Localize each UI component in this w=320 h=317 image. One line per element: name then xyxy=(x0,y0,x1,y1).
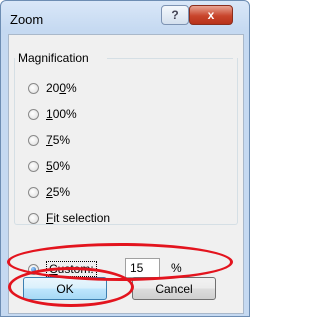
radio-25[interactable]: 25% xyxy=(28,183,70,201)
radio-label-fit-selection: Fit selection xyxy=(46,211,111,225)
radio-button-checked[interactable] xyxy=(28,263,39,275)
radio-label-75: 75% xyxy=(46,133,71,147)
close-button[interactable]: x xyxy=(189,5,233,25)
dialog-title: Zoom xyxy=(10,12,44,27)
ok-button-label: OK xyxy=(56,281,74,296)
close-icon: x xyxy=(207,8,215,22)
title-bar: Zoom ? x xyxy=(1,1,249,33)
radio-button[interactable] xyxy=(28,212,39,224)
radio-label-50: 50% xyxy=(46,159,71,173)
cancel-button-label: Cancel xyxy=(155,281,193,296)
cancel-button[interactable]: Cancel xyxy=(132,277,216,300)
radio-label-25: 25% xyxy=(46,185,71,199)
radio-button[interactable] xyxy=(28,134,39,146)
radio-label-100: 100% xyxy=(46,107,77,121)
radio-label-200: 200% xyxy=(46,81,77,95)
radio-custom[interactable]: Custom: xyxy=(28,260,97,278)
ok-button[interactable]: OK xyxy=(23,277,107,300)
radio-100[interactable]: 100% xyxy=(28,105,77,123)
magnification-label: Magnification xyxy=(18,51,89,65)
custom-zoom-input[interactable] xyxy=(125,258,160,278)
help-icon: ? xyxy=(171,8,179,22)
help-button[interactable]: ? xyxy=(161,5,189,25)
radio-button[interactable] xyxy=(28,108,39,120)
radio-200[interactable]: 200% xyxy=(28,79,77,97)
group-divider xyxy=(107,58,233,59)
radio-button[interactable] xyxy=(28,160,39,172)
radio-button[interactable] xyxy=(28,186,39,198)
radio-50[interactable]: 50% xyxy=(28,157,70,175)
zoom-dialog: Zoom ? x Magnification 200% 100% 75% 50%… xyxy=(0,0,250,317)
radio-fit-selection[interactable]: Fit selection xyxy=(28,209,110,227)
percent-unit-label: % xyxy=(171,261,182,275)
radio-label-custom: Custom: xyxy=(46,261,97,277)
radio-button[interactable] xyxy=(28,82,39,94)
radio-75[interactable]: 75% xyxy=(28,131,70,149)
